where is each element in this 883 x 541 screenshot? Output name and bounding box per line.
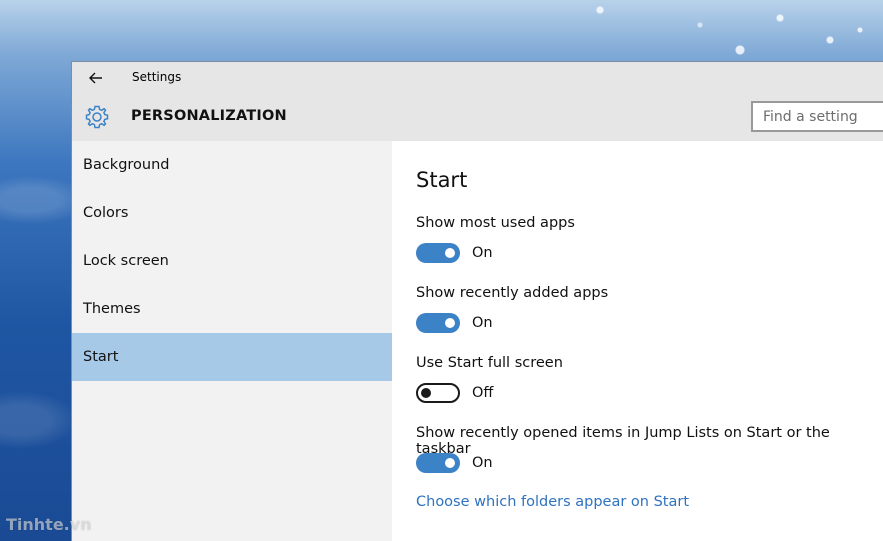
back-button[interactable]	[84, 68, 108, 88]
toggle-state-most-used: On	[472, 245, 493, 261]
sidebar-item-colors[interactable]: Colors	[72, 189, 392, 237]
sidebar: Background Colors Lock screen Themes Sta…	[72, 141, 392, 541]
toggle-knob	[445, 318, 455, 328]
toggle-most-used-apps[interactable]	[416, 243, 460, 263]
choose-folders-link[interactable]: Choose which folders appear on Start	[416, 494, 689, 510]
window-title: Settings	[132, 70, 182, 84]
page-title: PERSONALIZATION	[131, 108, 287, 124]
sidebar-item-start[interactable]: Start	[72, 333, 392, 381]
setting-label-most-used: Show most used apps	[416, 215, 575, 231]
toggle-knob	[445, 458, 455, 468]
toggle-start-full-screen[interactable]	[416, 383, 460, 403]
sidebar-item-background[interactable]: Background	[72, 141, 392, 189]
toggle-state-full-screen: Off	[472, 385, 494, 401]
setting-label-recently-added: Show recently added apps	[416, 285, 609, 301]
sidebar-item-lock-screen[interactable]: Lock screen	[72, 237, 392, 285]
toggle-state-recently-added: On	[472, 315, 493, 331]
settings-window: Settings PERSONALIZATION Background Colo…	[71, 61, 883, 541]
section-title: Start	[416, 168, 468, 192]
sidebar-item-themes[interactable]: Themes	[72, 285, 392, 333]
page-header: PERSONALIZATION	[72, 94, 883, 141]
toggle-knob	[445, 248, 455, 258]
toggle-recently-added-apps[interactable]	[416, 313, 460, 333]
toggle-knob	[421, 388, 431, 398]
watermark: Tinhte.vn	[6, 515, 92, 534]
setting-label-full-screen: Use Start full screen	[416, 355, 563, 371]
search-input[interactable]	[751, 101, 883, 132]
back-arrow-icon	[89, 72, 102, 84]
title-bar: Settings	[72, 62, 883, 94]
main-content: Start Show most used apps On Show recent…	[392, 141, 883, 541]
gear-icon	[85, 105, 109, 129]
setting-label-jump-lists: Show recently opened items in Jump Lists…	[416, 425, 830, 457]
toggle-state-jump-lists: On	[472, 455, 493, 471]
toggle-jump-lists[interactable]	[416, 453, 460, 473]
